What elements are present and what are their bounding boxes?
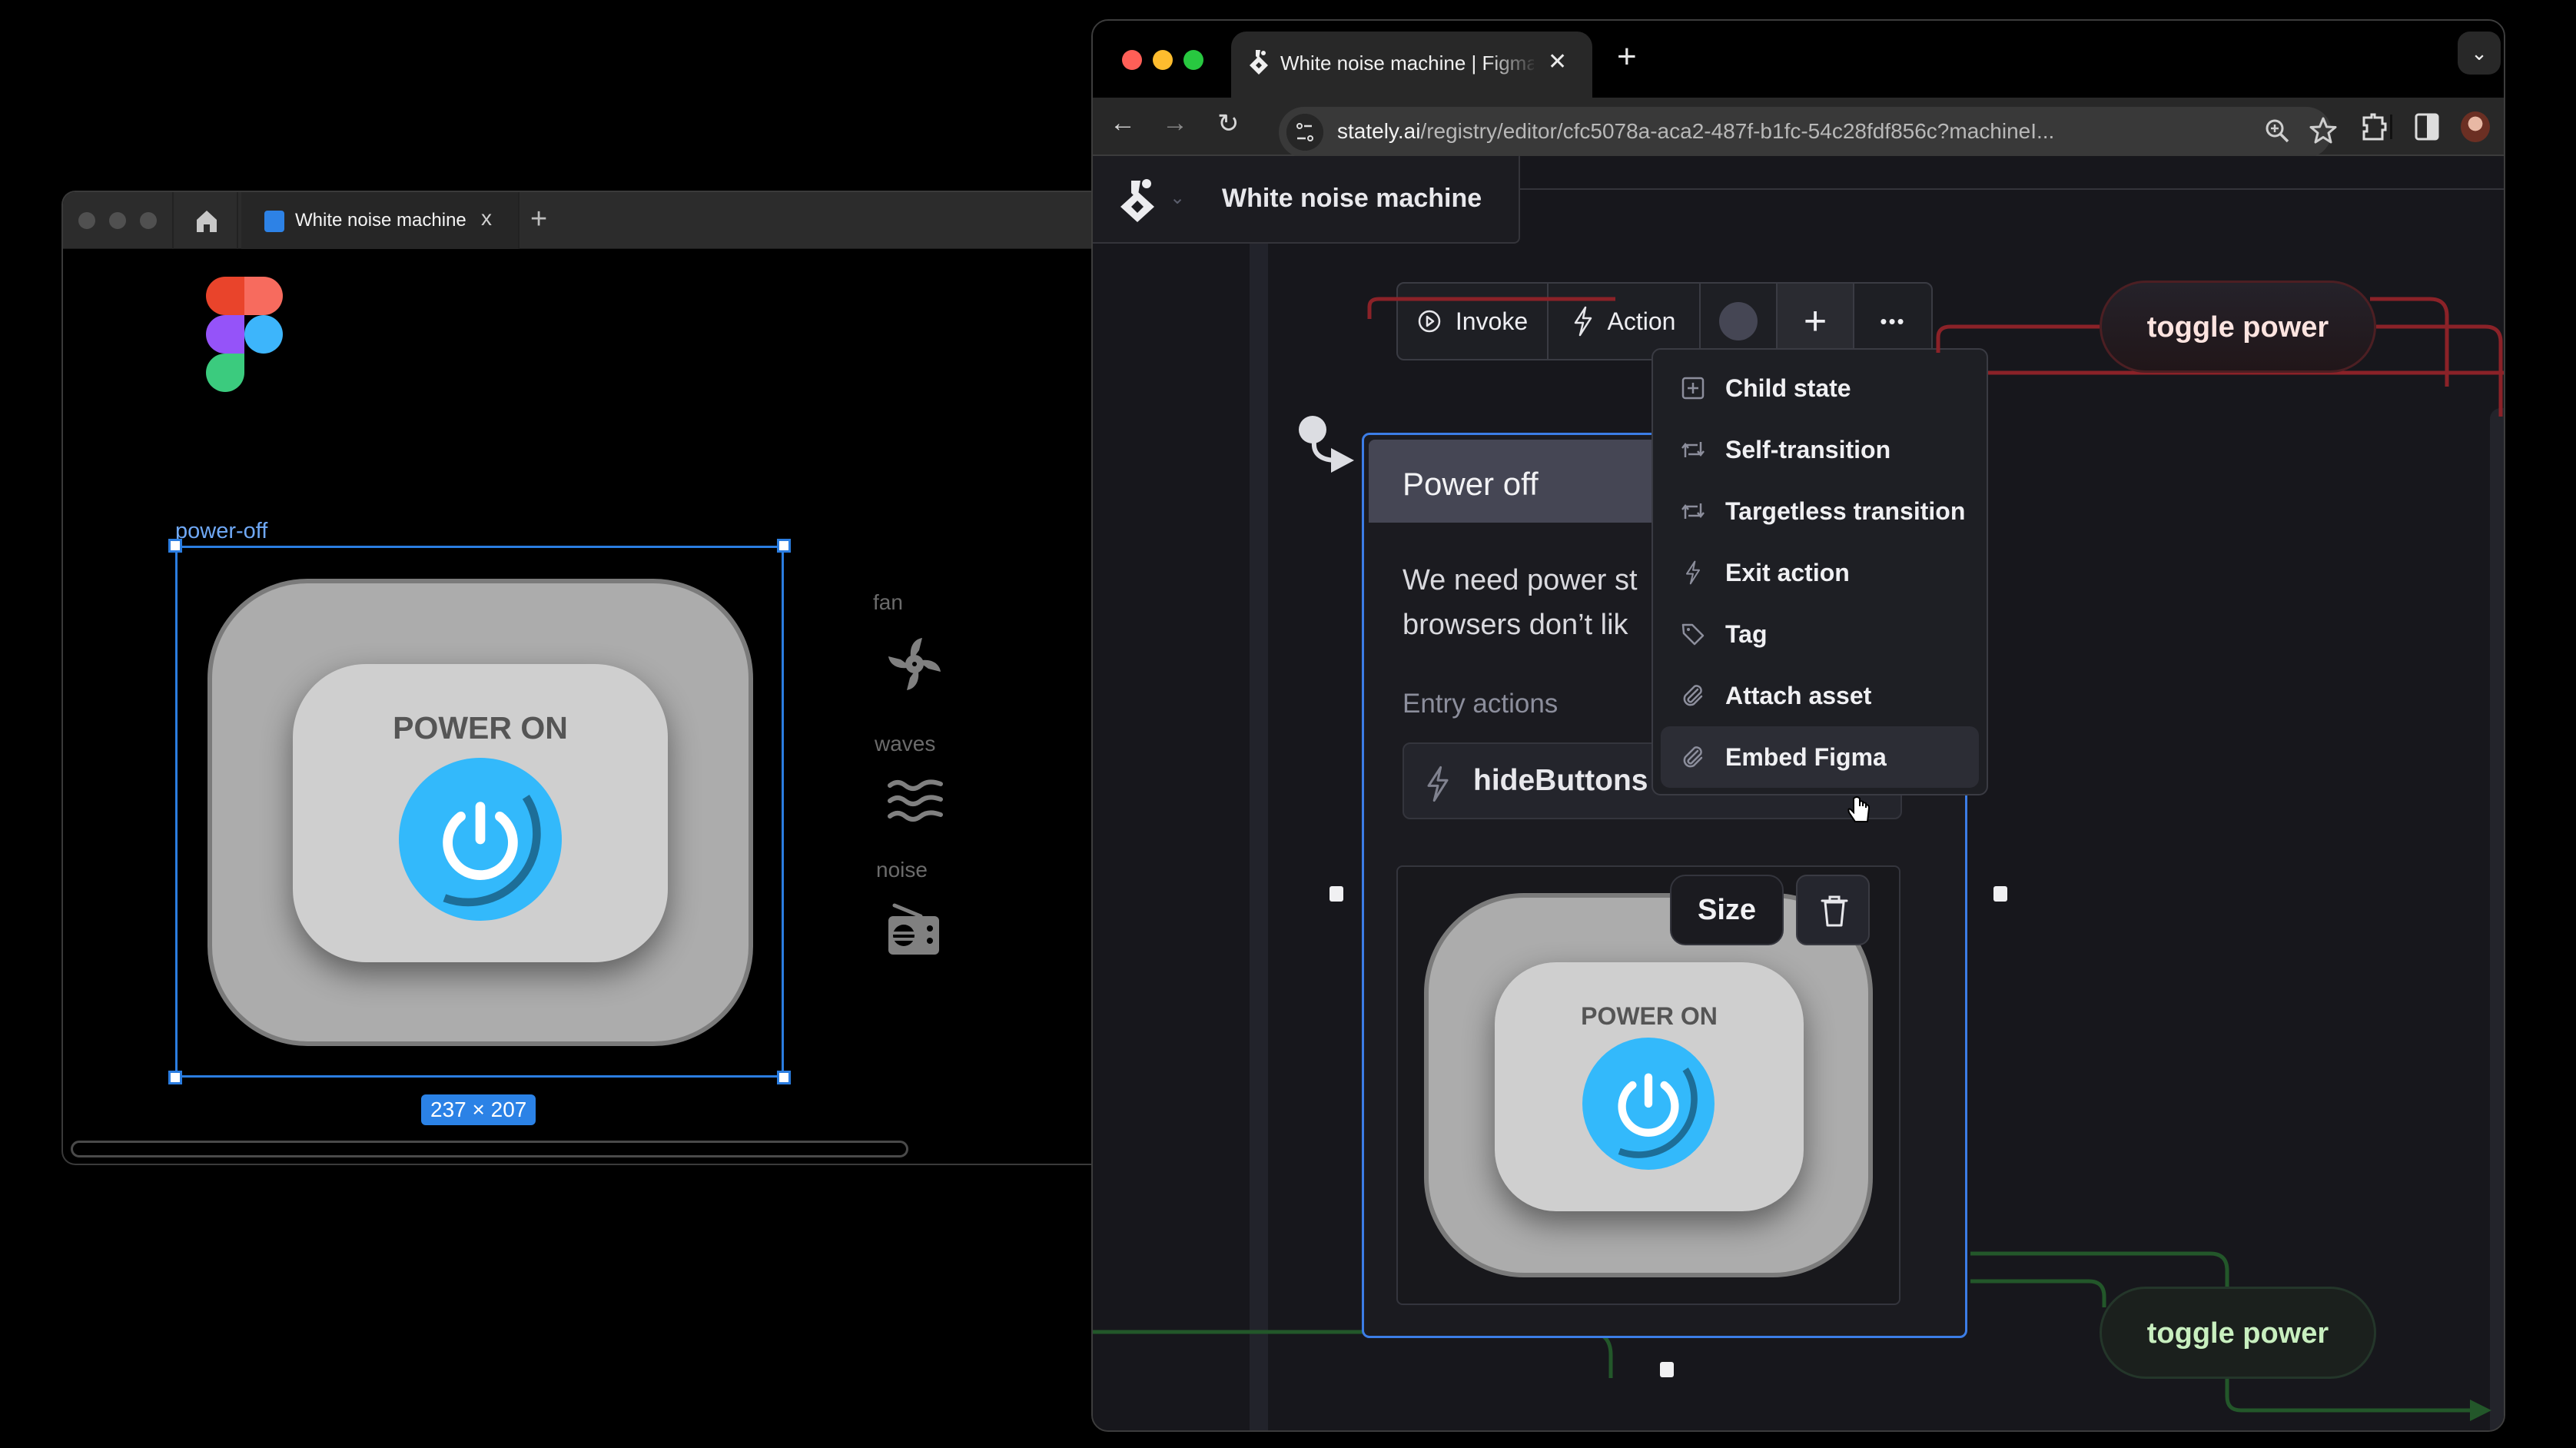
waves-icon[interactable] [887, 778, 945, 824]
radio-icon[interactable] [887, 901, 942, 956]
divider [237, 192, 238, 249]
noise-label: noise [876, 858, 928, 882]
horizontal-scrollbar[interactable] [71, 1141, 908, 1157]
figma-tab[interactable]: White noise machine x [241, 192, 518, 249]
fan-label: fan [873, 590, 903, 614]
resize-handle[interactable] [168, 539, 182, 553]
transition-edge-red [1936, 324, 2100, 353]
tab-close-button[interactable]: x [481, 206, 492, 231]
figma-file-icon [264, 211, 284, 232]
waves-label: waves [875, 732, 936, 756]
new-tab-button[interactable]: + [530, 203, 547, 236]
dimensions-badge: 237 × 207 [421, 1094, 536, 1125]
transition-arrowhead [2470, 1400, 2491, 1421]
resize-handle[interactable] [777, 539, 791, 553]
power-widget-inner: POWER ON [293, 664, 668, 962]
tab-label: White noise machine [295, 210, 466, 231]
power-widget-title: POWER ON [393, 710, 568, 746]
divider [172, 192, 174, 249]
window-close-button[interactable] [78, 212, 95, 229]
figma-logo-icon [206, 277, 283, 392]
home-icon[interactable] [195, 209, 218, 234]
resize-handle[interactable] [168, 1071, 182, 1084]
frame-name-label[interactable]: power-off [175, 519, 267, 544]
window-zoom-button[interactable] [140, 212, 157, 229]
power-button[interactable] [399, 758, 562, 921]
browser-window: White noise machine | Figma ( ✕ + ⌄ ← → … [1091, 19, 2505, 1432]
transition-edge-red [2376, 324, 2503, 417]
power-icon [443, 795, 541, 907]
fan-icon[interactable] [887, 636, 942, 692]
transition-edge-green [1970, 1251, 2229, 1287]
transition-edges-overlay [1936, 324, 2503, 1421]
divider [518, 192, 520, 249]
power-widget: POWER ON [207, 579, 753, 1046]
window-minimize-button[interactable] [109, 212, 126, 229]
resize-handle[interactable] [777, 1071, 791, 1084]
figma-window: White noise machine x + power-off POWER … [61, 191, 1091, 1165]
transition-edge-green [2225, 1379, 2485, 1413]
figma-tab-bar: White noise machine x + [63, 192, 1091, 249]
